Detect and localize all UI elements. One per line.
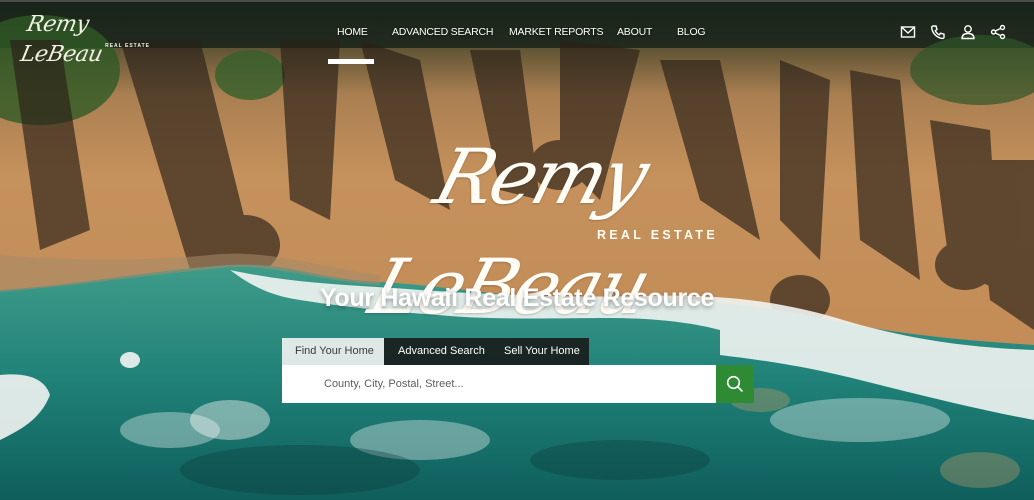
hero-brand-logo: Remy LeBeau REAL ESTATE [320,122,730,331]
user-icon[interactable] [960,24,976,40]
nav-about[interactable]: ABOUT [617,26,652,38]
tab-find-your-home[interactable]: Find Your Home [282,338,384,365]
nav-market-reports[interactable]: MARKET REPORTS [509,26,603,38]
top-border [0,0,1034,2]
nav-advanced-search[interactable]: ADVANCED SEARCH [392,26,493,38]
phone-icon[interactable] [930,24,946,40]
hero-tagline: Your Hawaii Real Estate Resource [319,284,715,312]
nav-active-indicator [328,59,374,64]
location-search-input[interactable] [282,365,716,403]
search-icon [726,375,744,393]
tab-sell-your-home[interactable]: Sell Your Home [492,338,589,365]
hero-brand-subtitle: REAL ESTATE [596,228,718,242]
search-button[interactable] [716,365,754,403]
main-nav: HOME ADVANCED SEARCH MARKET REPORTS ABOU… [0,26,1034,64]
nav-home[interactable]: HOME [337,26,368,38]
search-tabs: Find Your Home Advanced Search Sell Your… [282,338,589,365]
logo-subtitle: REAL ESTATE [105,43,150,49]
share-icon[interactable] [990,24,1006,40]
mail-icon[interactable] [900,24,916,40]
tab-advanced-search[interactable]: Advanced Search [384,338,492,365]
property-search-form [282,365,754,403]
nav-blog[interactable]: BLOG [677,26,706,38]
